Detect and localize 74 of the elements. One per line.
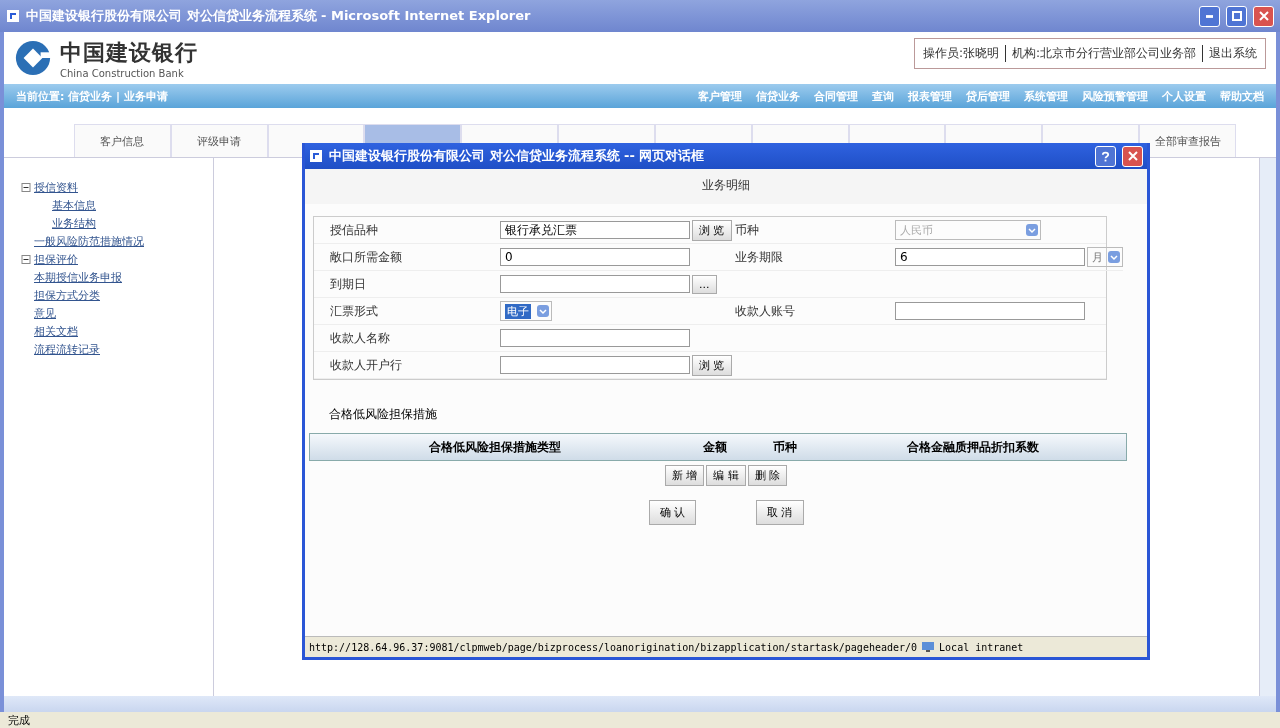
unit-select[interactable]: 月 (1087, 247, 1123, 267)
bank-name-english: China Construction Bank (60, 67, 185, 79)
dialog-button[interactable]: 确 认 (648, 500, 696, 525)
column-header: 金额 (702, 438, 728, 456)
browse-button[interactable]: 浏 览 (692, 219, 732, 241)
close-button[interactable] (1253, 5, 1274, 27)
close-icon (1258, 11, 1269, 21)
tab[interactable]: 客户信息 (74, 124, 171, 157)
field-label: 业务期限 (735, 248, 783, 266)
minimize-icon (1206, 14, 1213, 18)
field-label: 汇票形式 (330, 302, 378, 320)
breadcrumb: 当前位置: 信贷业务 | 业务申请 (16, 88, 168, 104)
tree-item[interactable]: 基本信息 (52, 197, 96, 213)
tree-item[interactable]: 相关文档 (34, 323, 78, 339)
table-action-button[interactable]: 新 增 (664, 465, 705, 486)
table-action-button[interactable]: 编 辑 (706, 465, 746, 486)
field-label: 到期日 (330, 275, 366, 293)
tree-item[interactable]: 担保方式分类 (34, 287, 100, 303)
status-url: http://128.64.96.37:9081/clpmweb/page/bizprocess/loanorigination/bizapplication/startask/pageheader/0 (309, 641, 918, 653)
help-icon (1101, 150, 1110, 162)
horizontal-scrollbar[interactable] (4, 696, 1276, 712)
field-label: 币种 (735, 221, 759, 239)
field-label: 收款人账号 (735, 302, 795, 320)
tree-item[interactable]: 流程流转记录 (34, 341, 100, 357)
tab[interactable]: 全部审查报告 (1139, 124, 1236, 157)
tree-item[interactable]: 担保评价 (34, 251, 78, 267)
close-icon (1127, 151, 1138, 161)
section-title: 合格低风险担保措施 (328, 406, 438, 423)
dialog-heading: 业务明细 (305, 169, 1147, 204)
tree-item[interactable]: 业务结构 (52, 215, 96, 231)
dialog-button[interactable]: 取 消 (756, 500, 804, 525)
tree-item[interactable]: 一般风险防范措施情况 (34, 233, 144, 249)
close-button[interactable] (1122, 145, 1143, 167)
tree-item[interactable]: 授信资料 (34, 179, 78, 195)
column-header: 币种 (772, 438, 798, 456)
user-link[interactable]: 退出系统 (1202, 44, 1257, 62)
ie-icon (309, 149, 323, 163)
browse-button[interactable]: ... (692, 274, 717, 294)
vertical-scrollbar[interactable] (1259, 158, 1276, 696)
maximize-icon (1231, 11, 1242, 21)
status-text: 完成 (8, 712, 30, 728)
input-field[interactable]: 银行承兑汇票 (500, 221, 690, 239)
minimize-button[interactable] (1199, 5, 1220, 27)
tab[interactable]: 评级申请 (170, 124, 268, 157)
bank-logo-icon (14, 39, 52, 77)
select-field[interactable]: 电子 (500, 301, 552, 321)
field-label: 收款人名称 (330, 329, 390, 347)
intranet-icon (921, 641, 936, 653)
browse-button[interactable]: 浏 览 (692, 354, 732, 376)
input-field[interactable] (500, 275, 690, 293)
column-header: 合格低风险担保措施类型 (428, 438, 562, 456)
input-field[interactable] (895, 302, 1085, 320)
collapse-icon[interactable] (20, 254, 32, 264)
collapse-icon[interactable] (20, 182, 32, 192)
user-link[interactable]: 操作员:张晓明 (922, 44, 999, 62)
field-label: 收款人开户行 (330, 356, 402, 374)
column-header: 合格金融质押品折扣系数 (906, 438, 1040, 456)
field-label: 敞口所需金额 (330, 248, 402, 266)
user-link[interactable]: 机构:北京市分行营业部公司业务部 (1004, 44, 1196, 62)
zone-label: Local intranet (939, 641, 1024, 653)
input-field[interactable] (500, 356, 690, 374)
help-button[interactable] (1095, 145, 1116, 167)
input-field[interactable] (500, 329, 690, 347)
bank-name: 中国建设银行 (60, 38, 198, 67)
dialog-title: 中国建设银行股份有限公司 对公信贷业务流程系统 -- 网页对话框 (329, 147, 705, 165)
tree-item[interactable]: 本期授信业务申报 (34, 269, 122, 285)
field-label: 授信品种 (330, 221, 378, 239)
table-action-button[interactable]: 删 除 (747, 465, 788, 486)
maximize-button[interactable] (1226, 5, 1247, 27)
tree-item[interactable]: 意见 (34, 305, 56, 321)
ie-icon (6, 9, 20, 23)
input-field[interactable]: 6 (895, 248, 1085, 266)
input-field[interactable]: 0 (500, 248, 690, 266)
window-title: 中国建设银行股份有限公司 对公信贷业务流程系统 - Microsoft Internet Explorer (26, 7, 531, 25)
